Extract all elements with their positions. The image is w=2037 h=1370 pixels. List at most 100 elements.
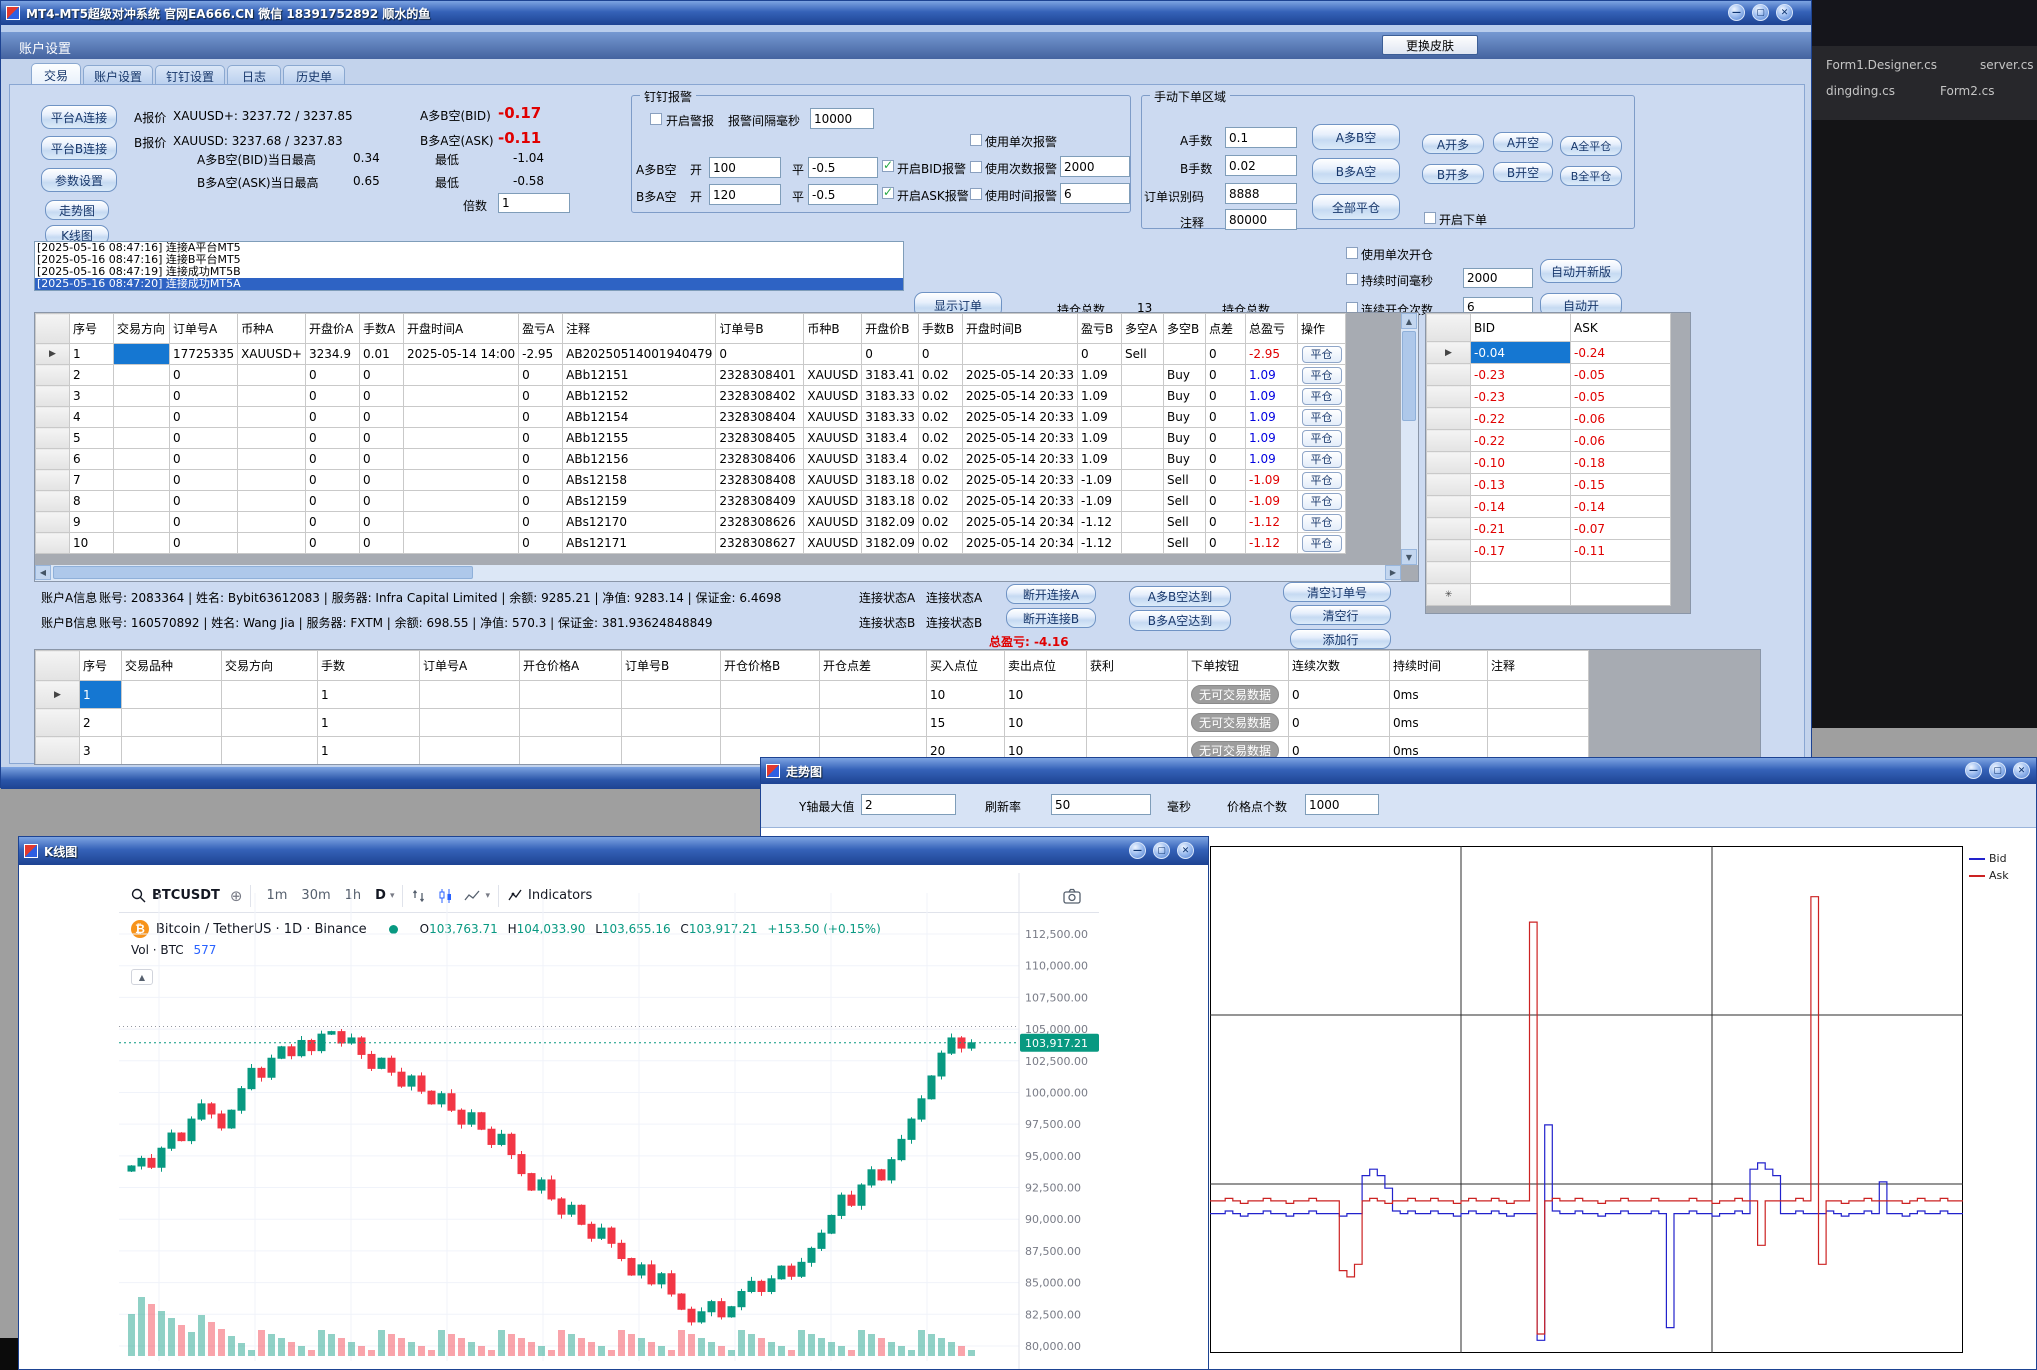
grid-cell[interactable]: 0 [170,449,238,470]
row-header[interactable] [1427,496,1471,518]
column-header[interactable]: 总盈亏 [1246,314,1298,344]
grid-cell[interactable] [404,491,519,512]
column-header[interactable]: 订单号B [716,314,804,344]
scroll-down-arrow[interactable]: ▼ [1401,549,1417,565]
grid-cell[interactable]: 平仓 [1298,533,1346,554]
grid-cell[interactable]: 0 [1206,470,1246,491]
grid-cell[interactable] [520,765,622,766]
tab-log[interactable]: 日志 [227,65,281,85]
grid-cell[interactable] [404,365,519,386]
auto-open-new-button[interactable]: 自动开新版 [1540,259,1622,283]
grid-cell[interactable]: 0.01 [360,344,404,365]
maximize-button[interactable]: ▢ [1752,4,1769,21]
b-close-all-button[interactable]: B全平仓 [1560,166,1622,186]
menu-item-account-settings[interactable]: 账户设置 [19,38,71,57]
grid-cell[interactable]: 0 [1206,344,1246,365]
grid-cell[interactable] [238,491,306,512]
grid-cell[interactable]: ABs12170 [563,512,716,533]
grid-cell[interactable]: 平仓 [1298,470,1346,491]
grid-cell[interactable]: 0 [170,407,238,428]
grid-cell[interactable]: 2025-05-14 14:00 [404,344,519,365]
grid-cell[interactable]: 平仓 [1298,512,1346,533]
grid-cell[interactable]: 0 [1206,533,1246,554]
grid-cell[interactable] [1087,709,1188,737]
row-header[interactable] [36,449,70,470]
grid-cell[interactable]: 3183.4 [862,449,919,470]
count-alarm-checkbox[interactable] [970,161,982,173]
grid-cell[interactable] [1087,681,1188,709]
grid-cell[interactable]: 2328308401 [716,365,804,386]
column-header[interactable]: 手数A [360,314,404,344]
grid-cell[interactable] [238,386,306,407]
b-open-short-button[interactable]: B开空 [1493,162,1553,182]
grid-cell[interactable]: 2025-05-14 20:33 [962,449,1077,470]
column-header[interactable]: 交易方向 [222,651,318,681]
grid-cell[interactable]: 2025-05-14 20:33 [962,386,1077,407]
a-close-input[interactable] [808,157,878,178]
grid-cell[interactable]: 0 [360,428,404,449]
change-skin-button[interactable]: 更换皮肤 [1382,35,1478,55]
grid-cell[interactable] [122,681,222,709]
column-header[interactable]: 开仓价格A [520,651,622,681]
b-lots-input[interactable] [1225,155,1297,176]
close-position-button[interactable]: 平仓 [1302,367,1342,384]
row-header[interactable] [36,470,70,491]
grid-cell[interactable]: 3183.18 [862,470,919,491]
column-header[interactable]: 盈亏A [519,314,563,344]
grid-cell[interactable]: ABs12158 [563,470,716,491]
grid-cell[interactable]: -1.12 [1078,512,1122,533]
grid-cell[interactable]: 1.09 [1246,449,1298,470]
grid-cell[interactable]: 1 [80,681,122,709]
grid-cell[interactable]: 3183.33 [862,386,919,407]
kline-chart[interactable]: 112,500.00110,000.00107,500.00105,000.00… [119,873,1099,1369]
grid-cell[interactable]: 0 [519,365,563,386]
grid-cell[interactable]: 1 [318,737,420,765]
grid-cell[interactable]: 0 [1078,344,1122,365]
grid-cell[interactable] [804,344,862,365]
b-open-input[interactable] [709,184,781,205]
grid-cell[interactable] [404,470,519,491]
grid-cell[interactable] [520,737,622,765]
column-header[interactable]: 币种B [804,314,862,344]
grid-cell[interactable] [80,765,122,766]
grid-cell[interactable]: -0.06 [1571,430,1671,452]
grid-cell[interactable]: 8 [70,491,114,512]
grid-cell[interactable]: 6 [70,449,114,470]
row-header[interactable] [1427,386,1471,408]
grid-cell[interactable] [520,681,622,709]
grid-cell[interactable] [114,491,170,512]
multiplier-input[interactable] [498,193,570,213]
grid-cell[interactable] [1122,407,1164,428]
grid-cell[interactable]: 0 [170,491,238,512]
b-open-long-button[interactable]: B开多 [1422,164,1484,184]
grid-cell[interactable]: 1.09 [1078,386,1122,407]
grid-cell[interactable]: 4 [70,407,114,428]
grid-cell[interactable]: XAUUSD [804,428,862,449]
grid-cell[interactable]: -0.11 [1571,540,1671,562]
grid-cell[interactable] [114,407,170,428]
grid-cell[interactable]: 0 [360,407,404,428]
grid-cell[interactable]: 0 [1206,512,1246,533]
grid-cell[interactable]: 1 [70,344,114,365]
grid-cell[interactable]: 平仓 [1298,407,1346,428]
grid-cell[interactable]: 2025-05-14 20:33 [962,428,1077,449]
grid-cell[interactable]: 0 [360,365,404,386]
time-alarm-input[interactable] [1060,183,1130,204]
grid-cell[interactable]: -0.14 [1571,496,1671,518]
grid-cell[interactable]: 0 [306,428,360,449]
row-header[interactable] [36,765,80,766]
grid-cell[interactable]: 平仓 [1298,344,1346,365]
row-header[interactable] [1427,474,1471,496]
grid-cell[interactable]: Sell [1164,512,1206,533]
grid-cell[interactable]: -1.09 [1078,491,1122,512]
a-buy-b-sell-button[interactable]: A多B空 [1312,124,1400,150]
file-tab[interactable]: Form1.Designer.cs [1826,58,1937,72]
row-header[interactable]: ✳ [1427,584,1471,606]
column-header[interactable]: 开盘价B [862,314,919,344]
grid-cell[interactable]: -2.95 [519,344,563,365]
grid-cell[interactable]: 0 [170,428,238,449]
grid-cell[interactable]: 2328308627 [716,533,804,554]
grid-cell[interactable] [122,709,222,737]
vscroll-thumb[interactable] [1402,331,1416,421]
close-position-button[interactable]: 平仓 [1302,409,1342,426]
